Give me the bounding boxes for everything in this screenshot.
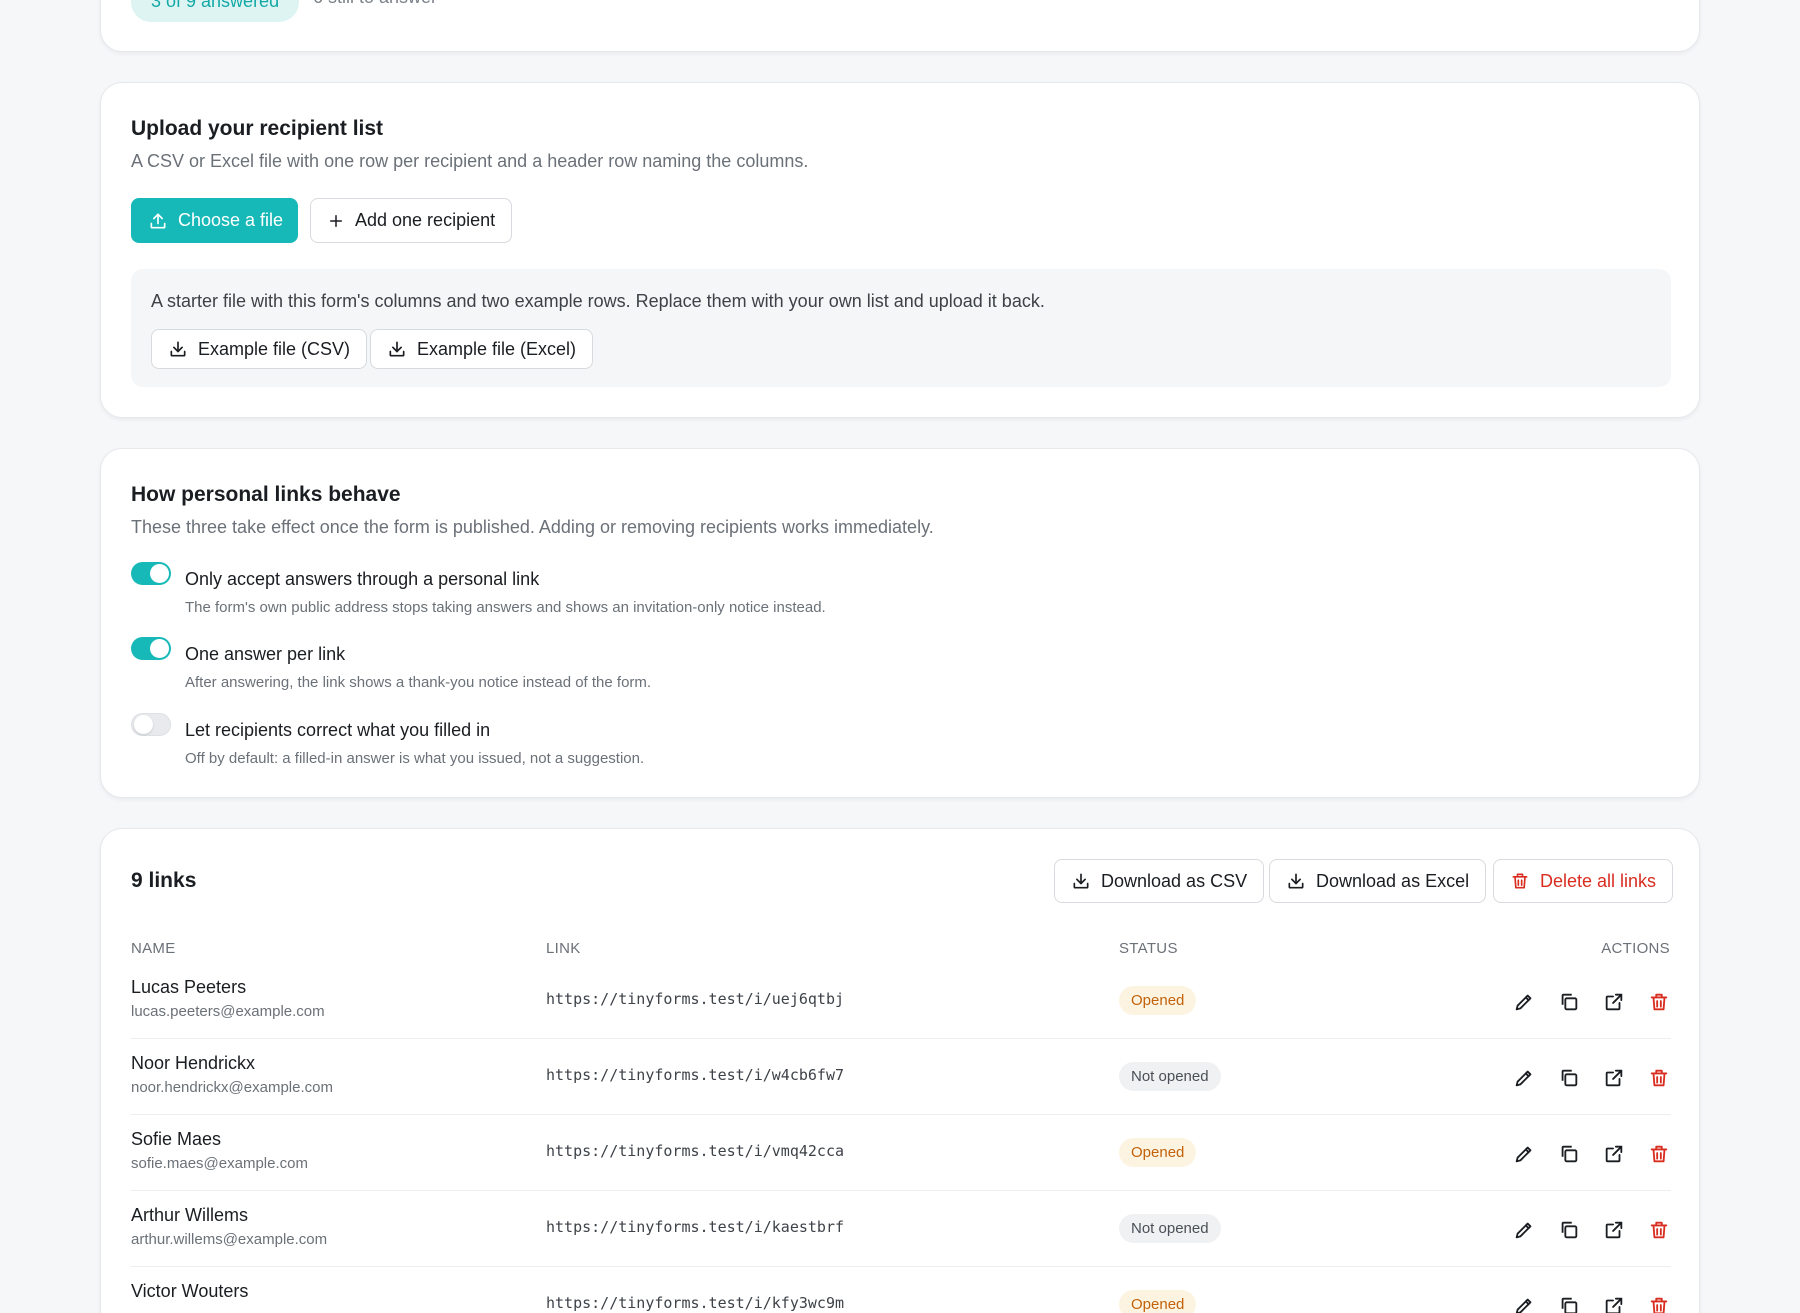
example-excel-label: Example file (Excel): [417, 338, 577, 359]
recipient-name: Noor Hendrickx: [131, 1053, 256, 1073]
column-header-name: NAME: [131, 940, 176, 957]
edit-icon[interactable]: [1511, 989, 1536, 1014]
personal-link: https://tinyforms.test/i/w4cb6fw7: [546, 1066, 845, 1084]
status-badge: Opened: [1119, 1290, 1197, 1313]
download-icon: [1288, 873, 1304, 889]
table-row: Lucas Peeters lucas.peeters@example.com ht…: [131, 963, 1671, 1039]
copy-icon[interactable]: [1556, 1293, 1581, 1313]
upload-icon: [150, 213, 166, 228]
recipient-email: lucas.peeters@example.com: [131, 1003, 325, 1020]
row-actions: [1511, 1141, 1671, 1166]
row-actions: [1511, 989, 1671, 1014]
status-badge: Not opened: [1119, 1214, 1221, 1243]
personal-link: https://tinyforms.test/i/kfy3wc9m: [546, 1294, 845, 1312]
toggle-knob: [150, 639, 169, 658]
copy-icon[interactable]: [1556, 1065, 1581, 1090]
recipient-email: noor.hendrickx@example.com: [131, 1079, 333, 1096]
column-header-status: STATUS: [1119, 940, 1178, 957]
table-row: Victor Wouters https://tinyforms.test/i/k…: [131, 1267, 1671, 1313]
trash-icon[interactable]: [1646, 1065, 1671, 1090]
answered-badge: 3 of 9 answered: [131, 0, 300, 22]
example-csv-button[interactable]: Example file (CSV): [151, 329, 368, 369]
option-description: Off by default: a filled-in answer is wh…: [185, 750, 645, 767]
upload-card: Upload your recipient list A CSV or Exce…: [100, 82, 1700, 418]
option-label: Let recipients correct what you filled i…: [185, 720, 491, 740]
column-header-link: LINK: [546, 940, 581, 957]
still-to-answer-text: 6 still to answer: [313, 0, 437, 8]
recipient-name: Victor Wouters: [131, 1281, 249, 1301]
edit-icon[interactable]: [1511, 1217, 1536, 1242]
personal-link: https://tinyforms.test/i/vmq42cca: [546, 1142, 845, 1160]
upload-title: Upload your recipient list: [131, 117, 384, 140]
status-badge: Not opened: [1119, 1062, 1221, 1091]
option-description: After answering, the link shows a thank-…: [185, 674, 652, 691]
copy-icon[interactable]: [1556, 1217, 1581, 1242]
toggle-knob: [134, 715, 153, 734]
toggle-knob: [150, 564, 169, 583]
table-row: Noor Hendrickx noor.hendrickx@example.com…: [131, 1039, 1671, 1115]
external-link-icon[interactable]: [1601, 1065, 1626, 1090]
table-row: Sofie Maes sofie.maes@example.com https://…: [131, 1115, 1671, 1191]
behave-title: How personal links behave: [131, 483, 401, 506]
download-csv-button[interactable]: Download as CSV: [1054, 859, 1265, 903]
trash-icon[interactable]: [1646, 1141, 1671, 1166]
edit-icon[interactable]: [1511, 1293, 1536, 1313]
external-link-icon[interactable]: [1601, 1217, 1626, 1242]
recipient-name: Lucas Peeters: [131, 977, 247, 997]
toggle-let-recipients-correct[interactable]: [131, 713, 171, 736]
download-icon: [170, 341, 186, 357]
links-count: 9 links: [131, 869, 197, 892]
example-csv-label: Example file (CSV): [198, 338, 351, 359]
delete-all-links-label: Delete all links: [1540, 870, 1657, 891]
row-actions: [1511, 1293, 1671, 1313]
status-badge: Opened: [1119, 986, 1197, 1015]
plus-icon: [330, 214, 342, 227]
behave-subtitle: These three take effect once the form is…: [131, 517, 934, 537]
column-header-actions: ACTIONS: [1601, 940, 1670, 957]
copy-icon[interactable]: [1556, 989, 1581, 1014]
table-row: Arthur Willems arthur.willems@example.com…: [131, 1191, 1671, 1267]
external-link-icon[interactable]: [1601, 1293, 1626, 1313]
download-icon: [1073, 873, 1089, 889]
trash-icon[interactable]: [1646, 1217, 1671, 1242]
toggle-personal-link-only[interactable]: [131, 562, 171, 585]
trash-icon[interactable]: [1646, 989, 1671, 1014]
download-csv-label: Download as CSV: [1101, 870, 1248, 891]
recipient-name: Sofie Maes: [131, 1129, 222, 1149]
recipient-email: arthur.willems@example.com: [131, 1231, 328, 1248]
option-label: One answer per link: [185, 644, 346, 664]
add-one-recipient-button[interactable]: Add one recipient: [310, 198, 513, 243]
recipient-email: sofie.maes@example.com: [131, 1155, 308, 1172]
delete-all-links-button[interactable]: Delete all links: [1493, 859, 1674, 903]
edit-icon[interactable]: [1511, 1141, 1536, 1166]
trash-icon: [1512, 873, 1528, 889]
download-icon: [389, 341, 405, 357]
starter-file-box: A starter file with this form's columns …: [131, 269, 1671, 387]
recipient-name: Arthur Willems: [131, 1205, 249, 1225]
option-description: The form's own public address stops taki…: [185, 599, 826, 616]
personal-link: https://tinyforms.test/i/kaestbrf: [546, 1218, 845, 1236]
status-badge: Opened: [1119, 1138, 1197, 1167]
row-actions: [1511, 1217, 1671, 1242]
copy-icon[interactable]: [1556, 1141, 1581, 1166]
download-excel-button[interactable]: Download as Excel: [1269, 859, 1487, 903]
external-link-icon[interactable]: [1601, 1141, 1626, 1166]
trash-icon[interactable]: [1646, 1293, 1671, 1313]
starter-file-text: A starter file with this form's columns …: [151, 291, 1045, 311]
example-excel-button[interactable]: Example file (Excel): [370, 329, 594, 369]
download-excel-label: Download as Excel: [1316, 870, 1470, 891]
choose-file-label: Choose a file: [178, 210, 284, 230]
link-behavior-card: How personal links behave These three ta…: [100, 448, 1700, 798]
external-link-icon[interactable]: [1601, 989, 1626, 1014]
edit-icon[interactable]: [1511, 1065, 1536, 1090]
add-one-recipient-label: Add one recipient: [355, 210, 496, 230]
option-label: Only accept answers through a personal l…: [185, 569, 540, 589]
toggle-one-answer-per-link[interactable]: [131, 637, 171, 660]
personal-link: https://tinyforms.test/i/uej6qtbj: [546, 990, 845, 1008]
choose-file-button[interactable]: Choose a file: [131, 198, 299, 243]
progress-card: 3 of 9 answered 6 still to answer: [100, 0, 1700, 52]
links-card: 9 links Download as CSV Download as Exce…: [100, 828, 1700, 1313]
row-actions: [1511, 1065, 1671, 1090]
upload-subtitle: A CSV or Excel file with one row per rec…: [131, 151, 809, 171]
